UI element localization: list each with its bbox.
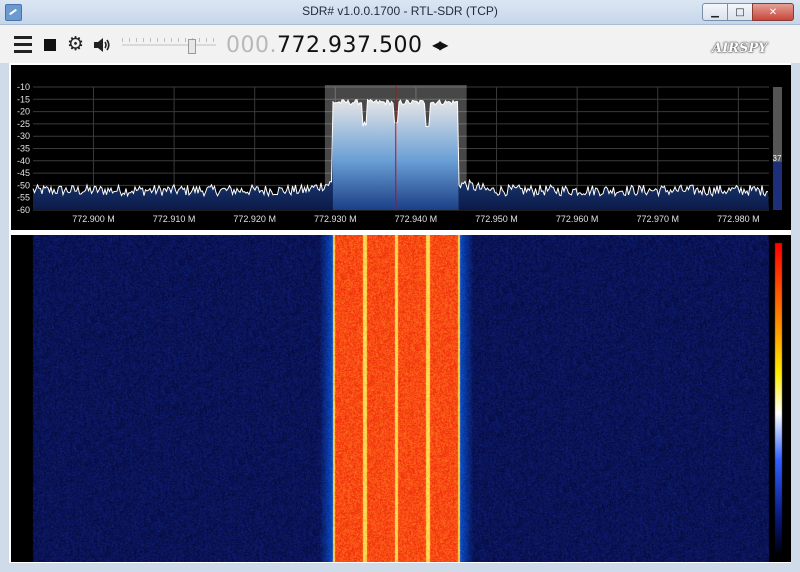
speaker-icon[interactable] [93, 37, 111, 53]
volume-slider[interactable] [122, 38, 216, 54]
volume-slider-ticks [122, 38, 216, 42]
toolbar: ⚙ 000.772.937.500 ◀▶ AIRSPY [0, 25, 800, 63]
spectrum-analyzer[interactable]: -10 -15 -20 -25 -30 -35 -40 -45 -50 -55 -60 772.900… [11, 65, 791, 230]
x-tick-label: 772.920 M [233, 214, 276, 224]
y-tick-label: -60 [17, 205, 30, 215]
frequency-display[interactable]: 000.772.937.500 [226, 33, 422, 58]
x-tick-label: 772.980 M [717, 214, 760, 224]
x-tick-label: 772.940 M [395, 214, 438, 224]
y-tick-label: -25 [17, 119, 30, 129]
x-tick-label: 772.950 M [475, 214, 518, 224]
volume-slider-track [122, 44, 216, 46]
x-tick-label: 772.960 M [556, 214, 599, 224]
y-tick-label: -35 [17, 144, 30, 154]
airspy-logo: AIRSPY [712, 38, 774, 58]
contrast-slider-fill [773, 162, 782, 210]
y-tick-label: -45 [17, 168, 30, 178]
minimize-button[interactable]: ▁ [702, 3, 728, 21]
x-tick-label: 772.910 M [153, 214, 196, 224]
maximize-button[interactable]: □ [727, 3, 753, 21]
x-tick-label: 772.930 M [314, 214, 357, 224]
contrast-value-label: 37 [773, 154, 782, 163]
airspy-logo-text: AIRSPY [712, 41, 768, 56]
menu-icon[interactable] [14, 36, 32, 57]
y-tick-label: -20 [17, 107, 30, 117]
title-bar: SDR# v1.0.0.1700 - RTL-SDR (TCP) ▁ □ ✕ [0, 0, 800, 25]
y-tick-label: -30 [17, 131, 30, 141]
x-tick-label: 772.970 M [636, 214, 679, 224]
waterfall-display[interactable] [11, 235, 791, 562]
y-tick-label: -40 [17, 156, 30, 166]
spectrum-plot[interactable]: -10 -15 -20 -25 -30 -35 -40 -45 -50 -55 -60 772.900… [11, 65, 791, 230]
waterfall-canvas[interactable] [11, 235, 791, 562]
gear-icon[interactable]: ⚙ [67, 35, 84, 54]
volume-slider-thumb[interactable] [188, 39, 196, 54]
stop-icon[interactable] [44, 39, 56, 51]
close-button[interactable]: ✕ [752, 3, 794, 21]
y-tick-label: -15 [17, 94, 30, 104]
window-controls: ▁ □ ✕ [702, 3, 794, 21]
frequency-step-arrows[interactable]: ◀▶ [432, 38, 449, 52]
frequency-leading-digits[interactable]: 000. [226, 33, 277, 58]
y-tick-label: -55 [17, 193, 30, 203]
y-tick-label: -10 [17, 82, 30, 92]
frequency-digits[interactable]: 772.937.500 [277, 33, 422, 58]
x-tick-label: 772.900 M [72, 214, 115, 224]
window-title: SDR# v1.0.0.1700 - RTL-SDR (TCP) [302, 4, 498, 18]
y-tick-label: -50 [17, 180, 30, 190]
